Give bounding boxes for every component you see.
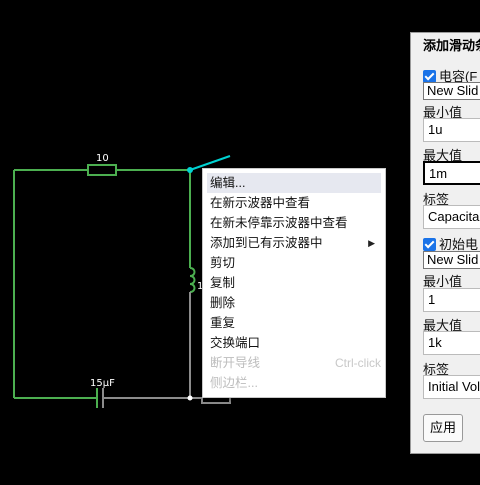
menu-item-duplicate[interactable]: 重复: [207, 313, 381, 333]
slider1-min-input[interactable]: 1u: [423, 118, 480, 142]
menu-item-label: 在新未停靠示波器中查看: [210, 216, 348, 230]
resistor: [87, 164, 117, 176]
node-bottom: [187, 395, 193, 401]
slider1-label-input[interactable]: Capacita: [423, 205, 480, 229]
menu-item-label: 在新示波器中查看: [210, 196, 311, 210]
slider1-max-input[interactable]: 1m: [423, 161, 480, 185]
submenu-arrow-icon: ▶: [368, 238, 375, 248]
inductor: [189, 267, 196, 293]
menu-item-cut[interactable]: 剪切: [207, 253, 381, 273]
menu-item-swap-terminals[interactable]: 交换端口: [207, 333, 381, 353]
capacitor-value-label: 15µF: [90, 378, 115, 389]
menu-item-label: 删除: [210, 296, 236, 310]
dialog-title[interactable]: 添加滑动条: [423, 33, 480, 59]
slider2-max-input[interactable]: 1k: [423, 331, 480, 355]
menu-item-label: 侧边栏...: [210, 376, 258, 390]
menu-item-view-in-new-scope[interactable]: 在新示波器中查看: [207, 193, 381, 213]
menu-item-sidebar: 侧边栏...: [207, 373, 381, 393]
slider2-label-input[interactable]: Initial Vol: [423, 375, 480, 399]
slider2-min-input[interactable]: 1: [423, 288, 480, 312]
menu-item-label: 添加到已有示波器中: [210, 236, 323, 250]
menu-item-add-to-existing-scope[interactable]: 添加到已有示波器中 ▶: [207, 233, 381, 253]
menu-item-label: 编辑...: [210, 176, 246, 190]
apply-button[interactable]: 应用: [423, 414, 463, 442]
menu-item-split-wire: 断开导线 Ctrl-click: [207, 353, 381, 373]
menu-item-label: 剪切: [210, 256, 236, 270]
slider1-select[interactable]: New Slid: [423, 82, 480, 100]
wire-bottom-stub: [201, 398, 231, 404]
menu-item-label: 交换端口: [210, 336, 261, 350]
selected-node: [187, 167, 193, 173]
menu-item-label: 复制: [210, 276, 236, 290]
resistor-value-label: 10: [96, 153, 109, 164]
menu-item-view-in-undocked-scope[interactable]: 在新未停靠示波器中查看: [207, 213, 381, 233]
menu-item-delete[interactable]: 删除: [207, 293, 381, 313]
slider2-checkbox[interactable]: [423, 238, 436, 251]
menu-item-label: 重复: [210, 316, 236, 330]
context-menu: 编辑... 在新示波器中查看 在新未停靠示波器中查看 添加到已有示波器中 ▶ 剪…: [202, 168, 386, 398]
menu-item-shortcut: Ctrl-click: [335, 356, 381, 370]
menu-item-label: 断开导线: [210, 356, 261, 370]
slider2-checkbox-label: 初始电: [439, 237, 479, 252]
menu-item-copy[interactable]: 复制: [207, 273, 381, 293]
slider2-select[interactable]: New Slid: [423, 251, 480, 269]
menu-item-edit[interactable]: 编辑...: [207, 173, 381, 193]
add-slider-dialog: 添加滑动条 电容(F New Slid 最小值 1u 最大值 1m 标签 Cap…: [410, 32, 480, 454]
